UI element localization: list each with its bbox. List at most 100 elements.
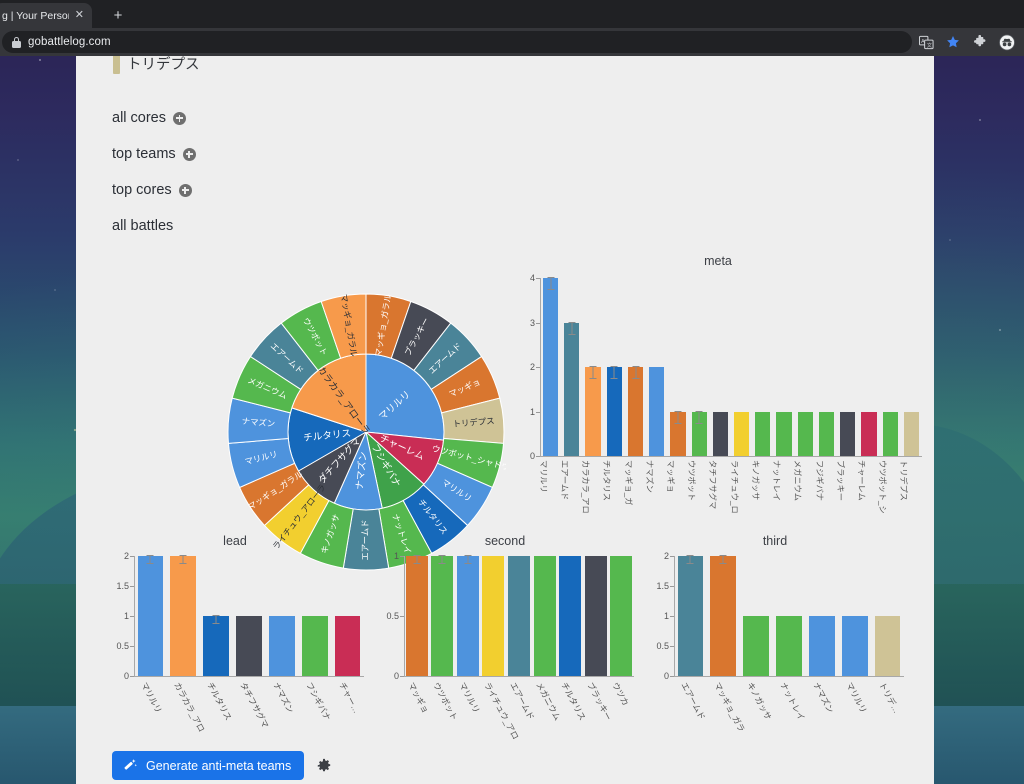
plus-circle-icon[interactable]	[178, 183, 192, 197]
x-axis-label: タチフサグマ	[708, 460, 718, 510]
error-bar-stem	[149, 555, 151, 564]
bar[interactable]	[236, 616, 262, 676]
extensions-puzzle-icon[interactable]	[972, 34, 988, 50]
bar[interactable]	[818, 411, 835, 456]
y-axis-line	[134, 556, 135, 676]
address-bar[interactable]: gobattlelog.com	[2, 31, 912, 53]
bar[interactable]	[482, 556, 505, 676]
y-axis-tick-label: 1.5	[656, 581, 669, 591]
x-axis-label: マッギョ_ガラ	[712, 680, 748, 734]
page-title: トリデプス	[127, 56, 200, 73]
x-axis-label: ブラッキー	[835, 460, 845, 501]
browser-toolbar: gobattlelog.com A 文	[0, 28, 1024, 56]
x-axis-label: ナマズン	[811, 680, 836, 715]
bar[interactable]	[733, 411, 750, 456]
incognito-profile-icon[interactable]	[999, 34, 1015, 50]
bar[interactable]	[334, 616, 361, 676]
web-page-viewport: トリデプス all cores top teams top cores all …	[76, 56, 934, 784]
x-axis-label: フシギバナ	[303, 680, 333, 723]
y-axis-tick-label: 4	[529, 273, 535, 283]
bar[interactable]	[903, 411, 919, 456]
bar[interactable]	[564, 322, 580, 456]
bar[interactable]	[456, 556, 479, 676]
bar[interactable]	[874, 616, 901, 676]
y-axis-tick-label: 1	[123, 611, 129, 621]
y-axis-tick-label: 1	[663, 611, 669, 621]
plus-circle-icon[interactable]	[182, 147, 196, 161]
bar[interactable]	[712, 411, 728, 456]
bar[interactable]	[542, 278, 559, 456]
plus-circle-icon[interactable]	[173, 111, 186, 125]
nav-item-all-cores[interactable]: all cores	[112, 100, 196, 136]
bar[interactable]	[559, 556, 582, 676]
x-axis-label: マッギョ_ガ	[623, 460, 633, 506]
close-icon[interactable]: ✕	[73, 10, 86, 21]
error-bar-stem	[635, 366, 636, 380]
bar[interactable]	[755, 411, 771, 456]
bar[interactable]	[301, 616, 328, 676]
error-bar-stem	[613, 366, 615, 380]
bar[interactable]	[508, 556, 530, 676]
x-axis-label: カラカラ_アロ	[172, 680, 208, 734]
chart-title: meta	[704, 254, 732, 268]
bar[interactable]	[584, 556, 607, 676]
bar[interactable]	[533, 556, 556, 676]
bar[interactable]	[649, 367, 665, 456]
x-axis-label: ウツボット	[687, 460, 697, 501]
x-axis-label: ウツカ	[610, 680, 632, 708]
translate-icon[interactable]: A 文	[918, 34, 934, 50]
nav-item-top-teams[interactable]: top teams	[112, 136, 196, 172]
bar[interactable]	[776, 411, 792, 456]
x-axis-label: マッギョ	[406, 680, 431, 715]
x-axis-label: ナットレイ	[772, 460, 782, 501]
bar[interactable]	[840, 411, 856, 456]
chart-meta[interactable]: meta 0 1 2 3 4 マリルリ エアームド カラカラ_アロ チルタリス マッギョ_ガ ナマズン…	[508, 254, 928, 514]
bookmark-star-icon[interactable]	[945, 34, 961, 50]
x-axis-line	[134, 676, 364, 677]
new-tab-button[interactable]: +	[108, 6, 128, 26]
bar[interactable]	[606, 367, 622, 456]
nav-item-top-cores[interactable]: top cores	[112, 172, 196, 208]
error-bar-stem	[441, 555, 443, 564]
chart-lead[interactable]: lead 0 0.5 1 1.5 2 マリルリ カラカラ_アロ チルタリス タチフサグマ ナマズンフ…	[100, 534, 370, 734]
error-bar-stem	[722, 555, 724, 564]
nav-label: top teams	[112, 146, 176, 162]
x-axis-label: カラカラ_アロ	[581, 460, 591, 514]
bar[interactable]	[137, 556, 164, 676]
bar[interactable]	[431, 556, 454, 676]
bar[interactable]	[841, 616, 868, 676]
bar[interactable]	[776, 616, 802, 676]
error-bar-stem	[416, 555, 418, 564]
bar[interactable]	[627, 367, 644, 456]
chart-second[interactable]: second 0 0.5 1 マッギョ ウツボット マリルリ ライチュウ_アロ エアームド メガニ…	[370, 534, 640, 741]
bar[interactable]	[710, 556, 737, 676]
nav-label: top cores	[112, 182, 172, 198]
bar[interactable]	[170, 556, 197, 676]
chart-third[interactable]: third 0 0.5 1 1.5 2 エアームド マッギョ_ガラ キノガッサ ナットレイ ナマズン…	[640, 534, 910, 734]
gear-icon[interactable]	[316, 758, 332, 774]
bar[interactable]	[809, 616, 835, 676]
bar[interactable]	[585, 367, 601, 456]
error-bar-stem	[550, 277, 552, 291]
x-axis-label: ナットレイ	[778, 680, 807, 723]
bar[interactable]	[797, 411, 813, 456]
y-axis-tick-label: 0	[663, 671, 669, 681]
bar[interactable]	[882, 411, 898, 456]
svg-text:A: A	[921, 38, 925, 44]
x-axis-label: タチフサグマ	[238, 680, 271, 730]
error-bar-stem	[689, 555, 691, 564]
bar[interactable]	[269, 616, 295, 676]
bar[interactable]	[203, 616, 229, 676]
bar[interactable]	[677, 556, 704, 676]
nav-item-all-battles[interactable]: all battles	[112, 208, 196, 244]
bar[interactable]	[743, 616, 769, 676]
x-axis-label: マリルリ	[457, 680, 482, 715]
browser-tab[interactable]: g | Your Personal Ba ✕	[0, 3, 92, 28]
sunburst-chart[interactable]: マリルリ チャーレム フシギバナ ナマズン ダチフサグマ チルタリス カラカラ_アローラ マッ…	[226, 292, 506, 572]
generate-anti-meta-teams-button[interactable]: Generate anti-meta teams	[112, 751, 305, 780]
bar[interactable]	[861, 411, 877, 456]
x-axis-label: フジギバナ	[814, 460, 824, 501]
bar[interactable]	[610, 556, 633, 676]
bar[interactable]	[405, 556, 428, 676]
y-axis-tick-label: 3	[529, 317, 535, 328]
